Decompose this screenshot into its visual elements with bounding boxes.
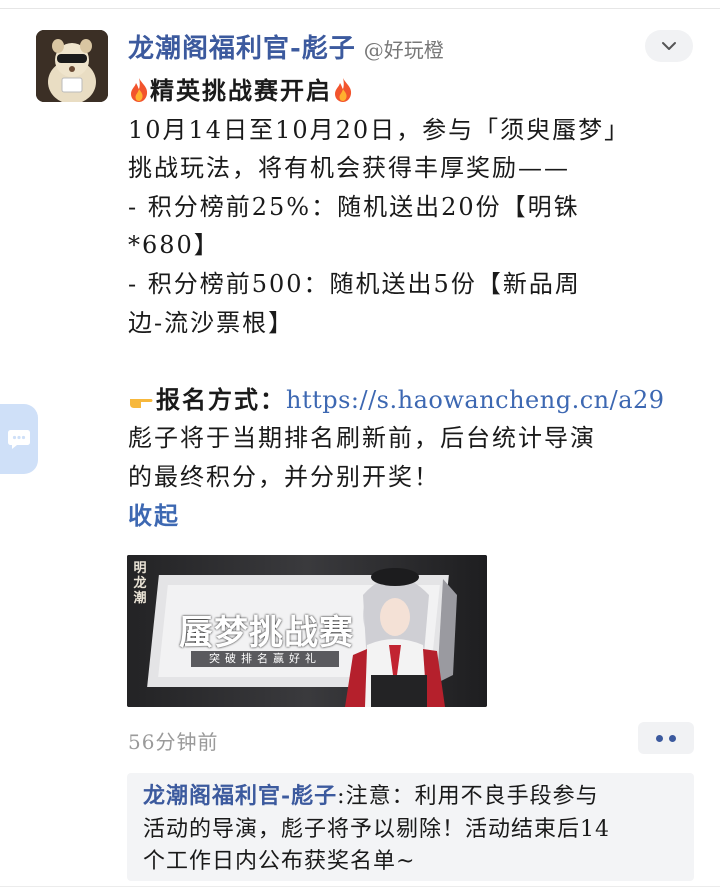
author-name[interactable]: 龙潮阁福利官-彪子 [128, 28, 356, 65]
bottom-divider [0, 886, 720, 887]
banner-subtitle: 突破排名赢好礼 [191, 651, 339, 667]
author-handle[interactable]: @好玩橙 [364, 34, 444, 63]
comment-line: 龙潮阁福利官-彪子:注意：利用不良手段参与 [143, 780, 682, 814]
more-dots-icon [656, 734, 663, 742]
comment-author[interactable]: 龙潮阁福利官-彪子 [143, 783, 337, 809]
fire-icon [131, 78, 148, 102]
chevron-down-icon [662, 42, 676, 50]
pointing-hand-icon [130, 398, 153, 408]
post-title: 精英挑战赛开启 [150, 76, 332, 105]
post-title-line: 精英挑战赛开启 [128, 72, 698, 111]
post-text-line: 彪子将于当期排名刷新前，后台统计导演 [128, 424, 596, 453]
post-actions-button[interactable] [638, 722, 694, 754]
post-header: 龙潮阁福利官-彪子 @好玩橙 [128, 28, 444, 64]
post-text-line: 边-流沙票根】 [128, 308, 295, 337]
comment-separator: : [337, 784, 346, 809]
comment-line: 个工作日内公布获奖名单~ [143, 849, 416, 874]
avatar-image [36, 30, 108, 102]
post-image[interactable]: 明龙潮 蜃梦挑战赛 突破排名赢好礼 [127, 555, 487, 707]
more-options-button[interactable] [645, 30, 693, 62]
post-text-line: 的最终积分，并分别开奖！ [128, 462, 440, 491]
collapse-link[interactable]: 收起 [128, 497, 698, 536]
chat-bubble-icon [8, 430, 30, 449]
floating-chat-button[interactable] [0, 404, 38, 474]
comment-line: 活动的导演，彪子将予以剔除！活动结束后14 [143, 816, 610, 842]
post-text-line: - 积分榜前25%：随机送出20份【明铢 [128, 192, 580, 221]
comment-text: 注意：利用不良手段参与 [345, 784, 599, 809]
top-divider [0, 8, 720, 9]
post-text-line: *680】 [128, 231, 220, 260]
more-dots-icon [669, 734, 676, 742]
banner-brand: 明龙潮 [133, 561, 147, 606]
banner-title: 蜃梦挑战赛 [179, 613, 354, 653]
avatar[interactable] [36, 30, 108, 102]
post-body: 精英挑战赛开启 10月14日至10月20日，参与「须臾蜃梦」 挑战玩法，将有机会… [128, 72, 698, 535]
comment[interactable]: 龙潮阁福利官-彪子:注意：利用不良手段参与 活动的导演，彪子将予以剔除！活动结束… [127, 773, 694, 881]
signup-link[interactable]: https://s.haowancheng.cn/a29 [286, 386, 665, 414]
post-text-line: - 积分榜前500：随机送出5份【新品周 [128, 269, 581, 298]
signup-line: 报名方式：https://s.haowancheng.cn/a29 [128, 381, 698, 420]
post-timestamp: 56分钟前 [128, 730, 219, 754]
post-spacer [128, 342, 698, 381]
signup-label: 报名方式： [156, 384, 286, 414]
post-text-line: 挑战玩法，将有机会获得丰厚奖励—— [128, 154, 570, 183]
fire-icon [335, 78, 352, 102]
post-text-line: 10月14日至10月20日，参与「须臾蜃梦」 [128, 115, 631, 144]
